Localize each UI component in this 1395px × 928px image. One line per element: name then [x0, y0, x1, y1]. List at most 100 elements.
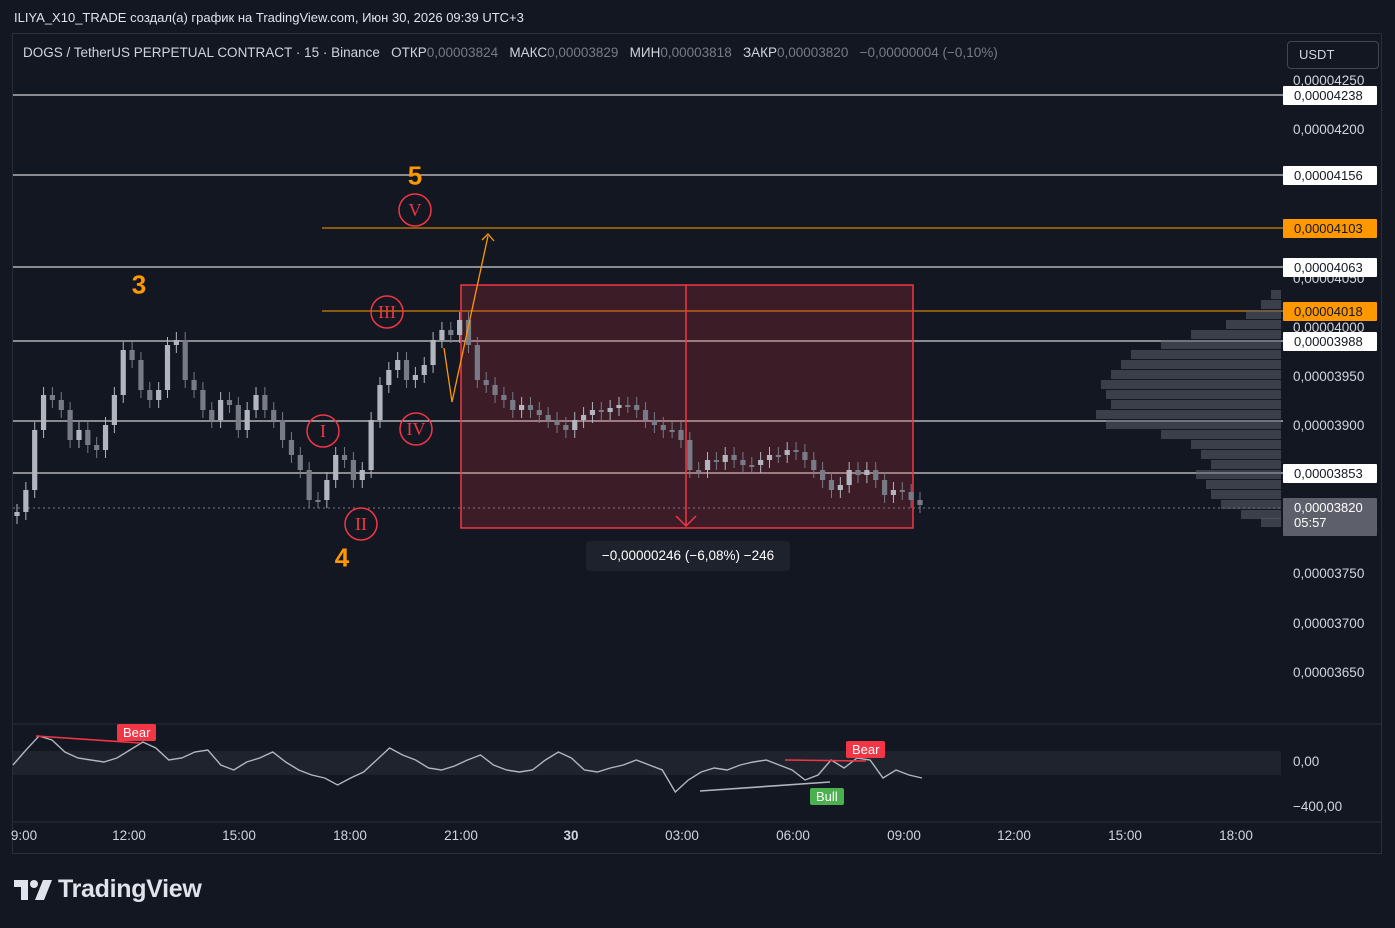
candle-body — [138, 360, 144, 390]
candle-body — [439, 330, 445, 340]
wave-label-II: II — [355, 514, 367, 534]
candle-body — [713, 460, 719, 462]
volume-profile-bar — [1196, 470, 1281, 479]
candle-body — [386, 370, 392, 385]
price-tick: 0,00003900 — [1293, 418, 1365, 433]
candle-body — [766, 455, 773, 460]
candle-body — [899, 490, 905, 492]
volume-profile-bar — [1191, 440, 1281, 449]
candle-body — [722, 455, 728, 462]
candle-body — [846, 470, 852, 485]
price-tag-3853[interactable]: 0,00003853 — [1283, 464, 1377, 483]
candle-body — [32, 430, 38, 490]
candle-body — [545, 415, 551, 420]
candle-body — [873, 470, 879, 480]
candle-body — [324, 480, 330, 500]
price-tag-4018[interactable]: 0,00004018 — [1283, 302, 1377, 321]
time-tick: 03:00 — [665, 828, 699, 843]
price-tag-4238[interactable]: 0,00004238 — [1283, 86, 1377, 105]
volume-profile-bar — [1201, 450, 1281, 459]
candle-body — [147, 390, 153, 400]
volume-profile-bar — [1096, 410, 1281, 419]
price-tag-4063[interactable]: 0,00004063 — [1283, 258, 1377, 277]
candle-body — [111, 395, 117, 425]
current-price-tag: 0,00003820 05:57 — [1283, 498, 1377, 536]
volume-profile-bar — [1211, 490, 1281, 499]
volume-profile-bar — [1261, 300, 1281, 309]
candle-body — [262, 395, 268, 410]
volume-profile-bar — [1241, 510, 1281, 519]
candle-body — [598, 410, 604, 412]
time-tick: 15:00 — [1108, 828, 1142, 843]
brand-name: TradingView — [58, 875, 202, 903]
candle-body — [23, 490, 29, 512]
candle-body — [678, 430, 684, 440]
bear-divergence-tag: Bear — [846, 741, 886, 758]
candle-body — [297, 455, 303, 470]
candle-body — [793, 450, 799, 452]
time-tick: 9:00 — [10, 828, 38, 843]
current-price-value: 0,00003820 — [1294, 500, 1363, 515]
volume-profile — [1096, 290, 1281, 527]
candle-body — [430, 340, 436, 365]
price-tick: 0,00004200 — [1293, 122, 1365, 137]
candle-body — [156, 390, 162, 400]
volume-profile-bar — [1261, 518, 1281, 527]
wave-label-I: I — [320, 421, 326, 441]
candle-body — [864, 470, 870, 475]
candle-body — [200, 390, 206, 410]
wave-label-V: V — [409, 200, 422, 220]
candle-body — [775, 455, 781, 457]
tradingview-logo[interactable]: TradingView — [14, 875, 202, 904]
candle-body — [820, 470, 826, 480]
candle-body — [580, 415, 587, 420]
candle-body — [40, 395, 47, 430]
candle-body — [483, 380, 489, 385]
candle-body — [377, 385, 383, 420]
candle-body — [501, 395, 507, 400]
candle-body — [554, 420, 560, 425]
candle-body — [395, 360, 401, 370]
candle-body — [457, 320, 463, 335]
candle-body — [67, 410, 73, 440]
candle-body — [191, 380, 197, 390]
candle-body — [164, 345, 171, 390]
candle-body — [14, 512, 20, 516]
wave-label-III: III — [378, 302, 396, 322]
candle-body — [589, 410, 596, 415]
candle-body — [651, 420, 658, 425]
candle-body — [616, 405, 622, 408]
price-tag-4156[interactable]: 0,00004156 — [1283, 166, 1377, 185]
price-tick: 0,00003750 — [1293, 566, 1365, 581]
time-tick-day: 30 — [563, 828, 579, 843]
candle-body — [209, 410, 215, 420]
candle-body — [279, 420, 286, 440]
price-tag-4103[interactable]: 0,00004103 — [1283, 219, 1377, 238]
wave-number-5: 5 — [407, 160, 423, 191]
candle-body — [403, 360, 410, 380]
candle-body — [218, 400, 224, 420]
candle-body — [244, 410, 250, 430]
candle-body — [76, 430, 82, 440]
volume-profile-bar — [1206, 480, 1281, 489]
wave-number-3: 3 — [131, 269, 147, 300]
candle-body — [908, 492, 914, 500]
price-chart[interactable]: I II III IV V — [0, 0, 1395, 928]
candle-body — [102, 425, 109, 450]
candle-body — [669, 430, 675, 432]
candle-body — [563, 425, 569, 430]
candle-body — [607, 408, 613, 412]
time-tick: 15:00 — [222, 828, 256, 843]
price-tag-3988[interactable]: 0,00003988 — [1283, 332, 1377, 351]
candle-body — [687, 440, 693, 470]
volume-profile-bar — [1111, 370, 1281, 379]
time-tick: 12:00 — [112, 828, 146, 843]
candle-body — [85, 430, 91, 445]
price-tick: 0,00003650 — [1293, 665, 1365, 680]
volume-profile-bar — [1106, 390, 1281, 399]
time-tick: 09:00 — [887, 828, 921, 843]
volume-profile-bar — [1131, 350, 1281, 359]
candle-body — [784, 450, 790, 455]
divergence-bear-2 — [784, 759, 867, 762]
candle-body — [749, 465, 755, 467]
